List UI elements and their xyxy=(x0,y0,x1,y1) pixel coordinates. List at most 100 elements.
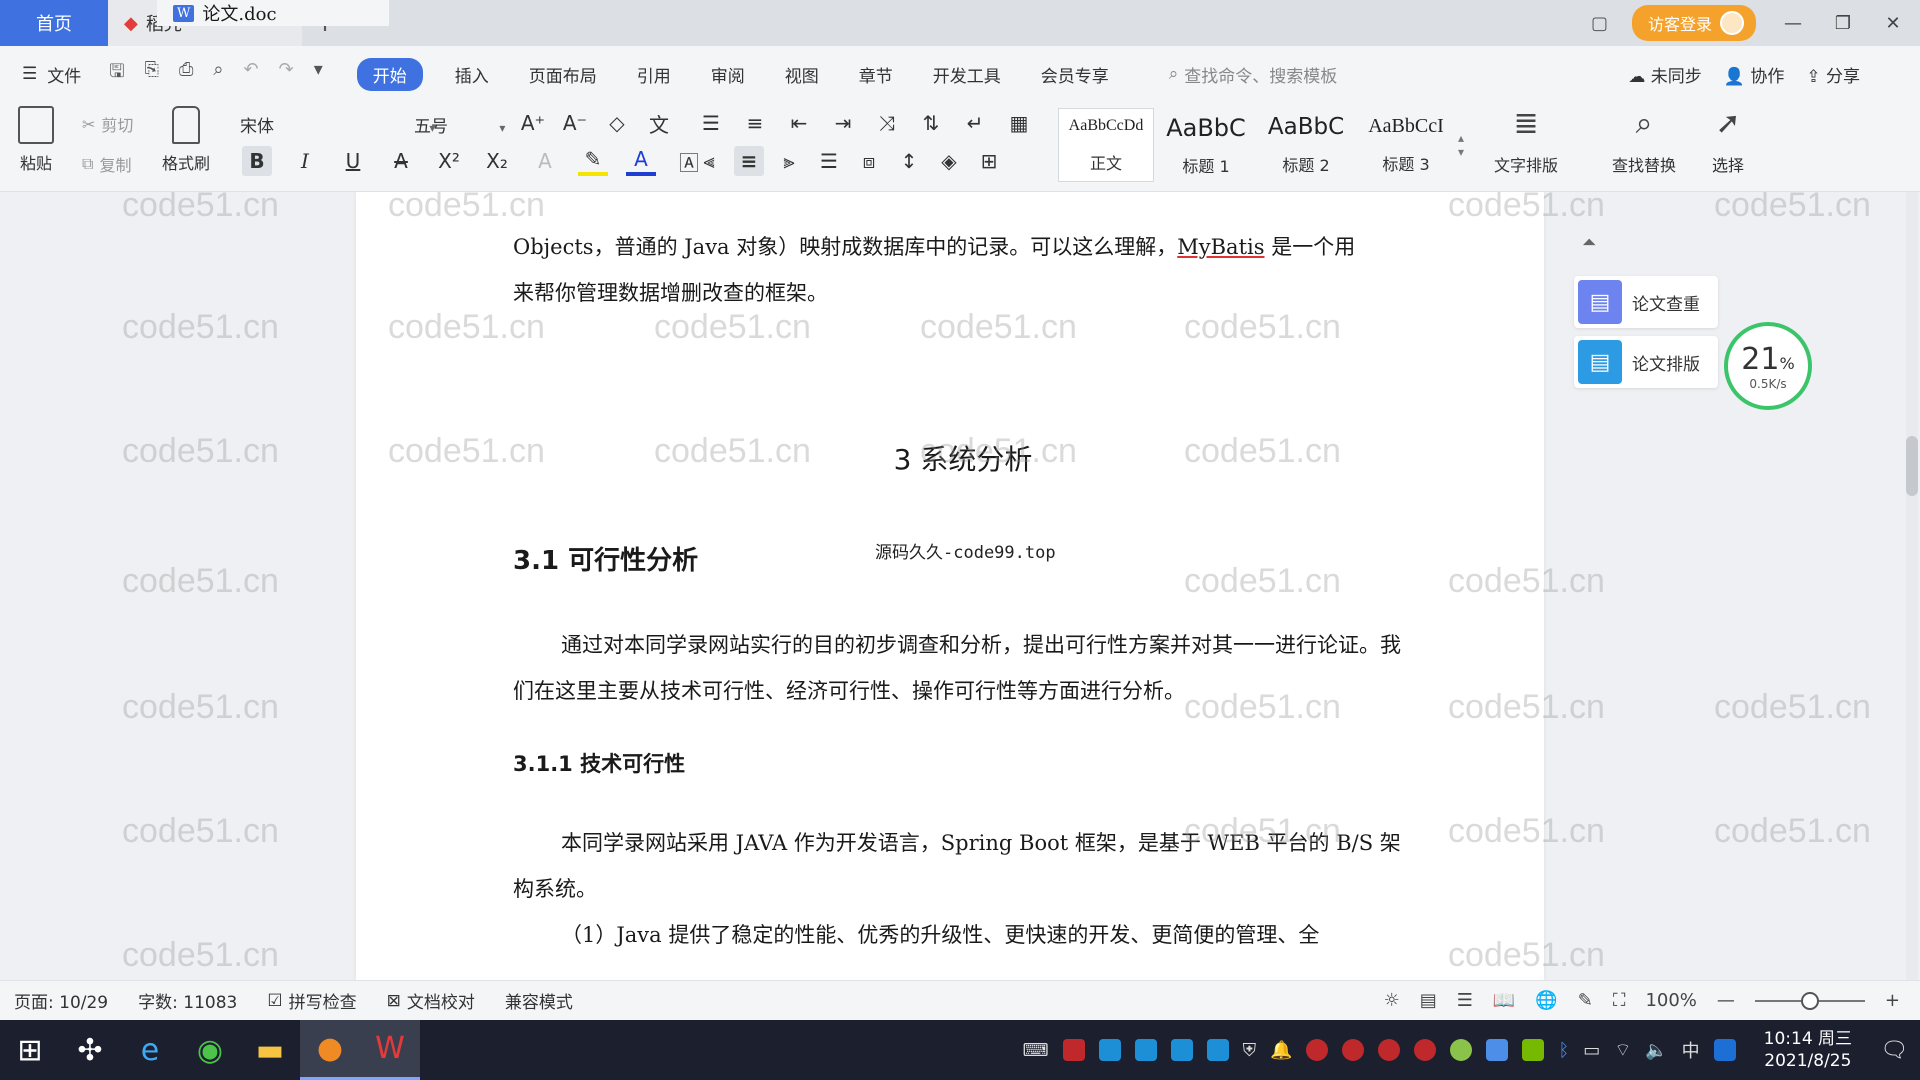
sync-button[interactable]: ☁ 未同步 xyxy=(1628,62,1701,87)
command-search[interactable]: ⌕ 查找命令、搜索模板 xyxy=(1169,62,1338,87)
export-icon[interactable]: ⎘ xyxy=(145,59,159,89)
tab-chapter[interactable]: 章节 xyxy=(859,62,893,87)
clear-format-icon[interactable]: ◇ xyxy=(602,108,632,138)
shrink-font-icon[interactable]: A⁻ xyxy=(560,108,590,138)
fit-page-icon[interactable]: ⛶ xyxy=(1613,990,1626,1011)
tab-view[interactable]: 视图 xyxy=(785,62,819,87)
superscript-icon[interactable]: X² xyxy=(434,146,464,176)
battery-icon[interactable]: ▭ xyxy=(1583,1040,1600,1061)
subsection-heading[interactable]: 3.1.1 技术可行性 xyxy=(513,748,685,778)
restore-icon[interactable]: ❐ xyxy=(1830,13,1856,34)
strikethrough-icon[interactable]: A xyxy=(386,146,416,176)
tab-references[interactable]: 引用 xyxy=(637,62,671,87)
tab-start[interactable]: 开始 xyxy=(356,57,423,91)
underline-icon[interactable]: U xyxy=(338,146,368,176)
tray-app-icon[interactable] xyxy=(1206,1039,1229,1061)
paragraph[interactable]: Objects，普通的 Java 对象）映射成数据库中的记录。可以这么理解，My… xyxy=(513,224,1413,270)
font-size-select[interactable]: 五号 ▾ xyxy=(414,112,505,137)
section-heading[interactable]: 3.1 可行性分析 xyxy=(513,540,698,577)
copy-button[interactable]: ⧉ 复制 xyxy=(82,152,131,176)
paragraph[interactable]: 通过对本同学录网站实行的目的初步调查和分析，提出可行性方案并对其一一进行论证。我… xyxy=(513,622,1413,714)
decrease-indent-icon[interactable]: ⇤ xyxy=(784,108,814,138)
chinese-layout-icon[interactable]: ⤨ xyxy=(872,108,902,138)
chapter-heading[interactable]: 3 系统分析 xyxy=(513,438,1413,478)
increase-indent-icon[interactable]: ⇥ xyxy=(828,108,858,138)
justify-icon[interactable]: ☰ xyxy=(814,146,844,176)
wifi-icon[interactable]: ⌔ xyxy=(1614,1039,1631,1062)
action-center-icon[interactable]: 🗨 xyxy=(1880,1038,1908,1063)
tray-app-icon[interactable] xyxy=(1098,1039,1121,1061)
page-view-icon[interactable]: ▤ xyxy=(1420,990,1437,1011)
file-menu[interactable]: ☰ 文件 xyxy=(22,62,81,87)
clock[interactable]: 10:14 周三 2021/8/25 xyxy=(1764,1028,1852,1072)
undo-icon[interactable]: ↶ xyxy=(244,59,259,89)
tab-home[interactable]: 首页 xyxy=(0,0,108,46)
tray-app-icon[interactable] xyxy=(1134,1039,1157,1061)
style-heading-3[interactable]: AaBbCcI 标题 3 xyxy=(1358,108,1454,182)
customize-icon[interactable]: ▾ xyxy=(314,59,323,89)
wps-writer-icon[interactable]: W xyxy=(360,1020,420,1080)
bullet-list-icon[interactable]: ☰ xyxy=(696,108,726,138)
spell-check-button[interactable]: ☑ 拼写检查 xyxy=(267,988,356,1014)
tray-app-icon[interactable] xyxy=(1062,1039,1085,1061)
minimize-icon[interactable]: — xyxy=(1780,13,1806,34)
tray-app-icon[interactable] xyxy=(1306,1039,1329,1061)
keyboard-icon[interactable]: ⌨ xyxy=(1023,1040,1049,1061)
table-tool-icon[interactable]: ▦ xyxy=(1004,108,1034,138)
grow-font-icon[interactable]: A⁺ xyxy=(518,108,548,138)
tab-page-layout[interactable]: 页面布局 xyxy=(529,62,597,87)
zoom-out-icon[interactable]: — xyxy=(1717,990,1735,1011)
search-tray-icon[interactable] xyxy=(1713,1039,1736,1061)
numbered-list-icon[interactable]: ≡ xyxy=(740,108,770,138)
sort-icon[interactable]: ⇅ xyxy=(916,108,946,138)
zoom-slider-knob[interactable] xyxy=(1800,991,1819,1010)
window-layout-icon[interactable]: ▢ xyxy=(1591,13,1608,34)
cut-button[interactable]: ✂ 剪切 xyxy=(82,112,133,136)
document-workspace[interactable]: Objects，普通的 Java 对象）映射成数据库中的记录。可以这么理解，My… xyxy=(0,192,1920,980)
style-heading-1[interactable]: AaBbC 标题 1 xyxy=(1158,108,1254,182)
tab-developer[interactable]: 开发工具 xyxy=(933,62,1001,87)
paper-check-button[interactable]: ▤ 论文查重 xyxy=(1574,276,1718,328)
style-heading-2[interactable]: AaBbC 标题 2 xyxy=(1258,108,1354,182)
tray-app-icon[interactable] xyxy=(1378,1039,1401,1061)
print-preview-icon[interactable]: ⌕ xyxy=(213,59,223,89)
align-center-icon[interactable]: ≡ xyxy=(734,146,764,176)
paste-button[interactable]: 粘贴 xyxy=(18,106,54,174)
italic-icon[interactable]: I xyxy=(290,146,320,176)
tray-app-icon[interactable] xyxy=(1450,1039,1473,1061)
shield-icon[interactable]: ⛨ xyxy=(1243,1040,1257,1061)
zoom-in-icon[interactable]: + xyxy=(1885,990,1900,1011)
subscript-icon[interactable]: X₂ xyxy=(482,146,512,176)
tray-app-icon[interactable] xyxy=(1486,1039,1509,1061)
select-button[interactable]: ➚ 选择 xyxy=(1712,106,1744,176)
collapse-panel-icon[interactable]: ⏶ xyxy=(1582,232,1596,253)
format-painter-button[interactable]: 格式刷 xyxy=(162,106,210,174)
share-button[interactable]: ⇪ 分享 xyxy=(1806,62,1860,87)
word-count[interactable]: 字数: 11083 xyxy=(138,988,237,1013)
align-right-icon[interactable]: ⫸ xyxy=(774,146,804,176)
write-mode-icon[interactable]: ✎ xyxy=(1578,990,1593,1011)
guest-login-button[interactable]: 访客登录 xyxy=(1631,5,1756,41)
nvidia-icon[interactable] xyxy=(1522,1039,1545,1061)
windows-start-icon[interactable]: ⊞ xyxy=(0,1020,60,1080)
find-replace-button[interactable]: ⌕ 查找替换 xyxy=(1612,106,1676,176)
bold-icon[interactable]: B xyxy=(242,146,272,176)
paragraph[interactable]: 来帮你管理数据增删改查的框架。 xyxy=(513,270,1413,316)
paragraph[interactable]: 本同学录网站采用 JAVA 作为开发语言，Spring Boot 框架，是基于 … xyxy=(513,820,1413,912)
save-icon[interactable]: 🖫 xyxy=(109,59,124,89)
paragraph[interactable]: （1）Java 提供了稳定的性能、优秀的升级性、更快速的开发、更简便的管理、全 xyxy=(513,912,1413,958)
style-normal[interactable]: AaBbCcDd 正文 xyxy=(1058,108,1154,182)
app-pinwheel-icon[interactable]: ✣ xyxy=(60,1020,120,1080)
paper-layout-button[interactable]: ▤ 论文排版 xyxy=(1574,336,1718,388)
network-speed-widget[interactable]: 21% 0.5K/s xyxy=(1724,322,1812,410)
ime-indicator[interactable]: 中 xyxy=(1682,1037,1700,1063)
tab-document[interactable]: W 论文.doc xyxy=(157,0,389,26)
shading-icon[interactable]: ◈ xyxy=(934,146,964,176)
proofread-button[interactable]: ⊠ 文档校对 xyxy=(387,988,475,1014)
borders-icon[interactable]: ⊞ xyxy=(974,146,1004,176)
file-explorer-icon[interactable]: ▬ xyxy=(240,1020,300,1080)
redo-icon[interactable]: ↷ xyxy=(279,59,294,89)
reading-view-icon[interactable]: 📖 xyxy=(1493,990,1515,1011)
tray-app-icon[interactable] xyxy=(1414,1039,1437,1061)
outline-view-icon[interactable]: ☰ xyxy=(1457,990,1473,1011)
